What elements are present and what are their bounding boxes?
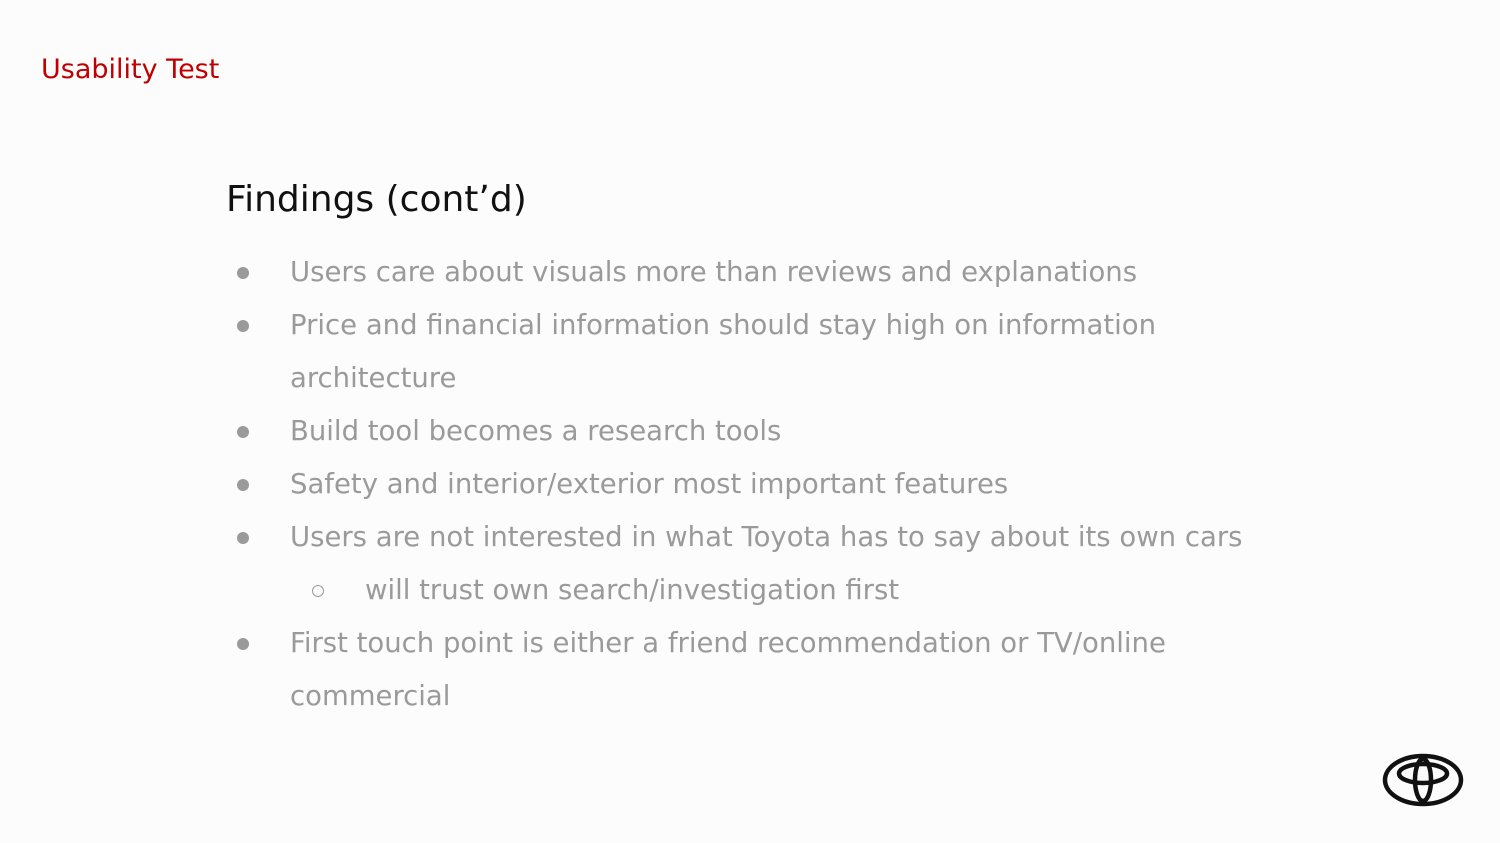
bullet-icon — [237, 426, 249, 438]
finding-text: commercial — [290, 680, 451, 712]
toyota-logo-icon — [1382, 752, 1464, 808]
finding-text: Users care about visuals more than revie… — [290, 256, 1138, 288]
list-item: Safety and interior/exterior most import… — [0, 458, 1300, 511]
slide: Usability Test Findings (cont’d) Users c… — [0, 0, 1500, 843]
finding-text: Users are not interested in what Toyota … — [290, 521, 1243, 553]
bullet-icon — [237, 532, 249, 544]
finding-text: Price and financial information should s… — [290, 309, 1157, 341]
list-item: commercial — [0, 670, 1300, 723]
list-item: Users are not interested in what Toyota … — [0, 511, 1300, 564]
bullet-icon — [237, 479, 249, 491]
section-title: Usability Test — [41, 54, 220, 85]
list-item: architecture — [0, 352, 1300, 405]
bullet-icon — [237, 638, 249, 650]
list-item: Users care about visuals more than revie… — [0, 246, 1300, 299]
hollow-bullet-icon — [312, 585, 324, 597]
bullet-icon — [237, 320, 249, 332]
finding-text: Safety and interior/exterior most import… — [290, 468, 1009, 500]
slide-heading: Findings (cont’d) — [226, 179, 527, 220]
finding-text: architecture — [290, 362, 457, 394]
bullet-icon — [237, 267, 249, 279]
list-item: Price and financial information should s… — [0, 299, 1300, 352]
finding-text: will trust own search/investigation firs… — [365, 574, 900, 606]
finding-text: Build tool becomes a research tools — [290, 415, 782, 447]
sub-list-item: will trust own search/investigation firs… — [0, 564, 1300, 617]
list-item: Build tool becomes a research tools — [0, 405, 1300, 458]
findings-list: Users care about visuals more than revie… — [0, 246, 1300, 723]
finding-text: First touch point is either a friend rec… — [290, 627, 1166, 659]
list-item: First touch point is either a friend rec… — [0, 617, 1300, 670]
